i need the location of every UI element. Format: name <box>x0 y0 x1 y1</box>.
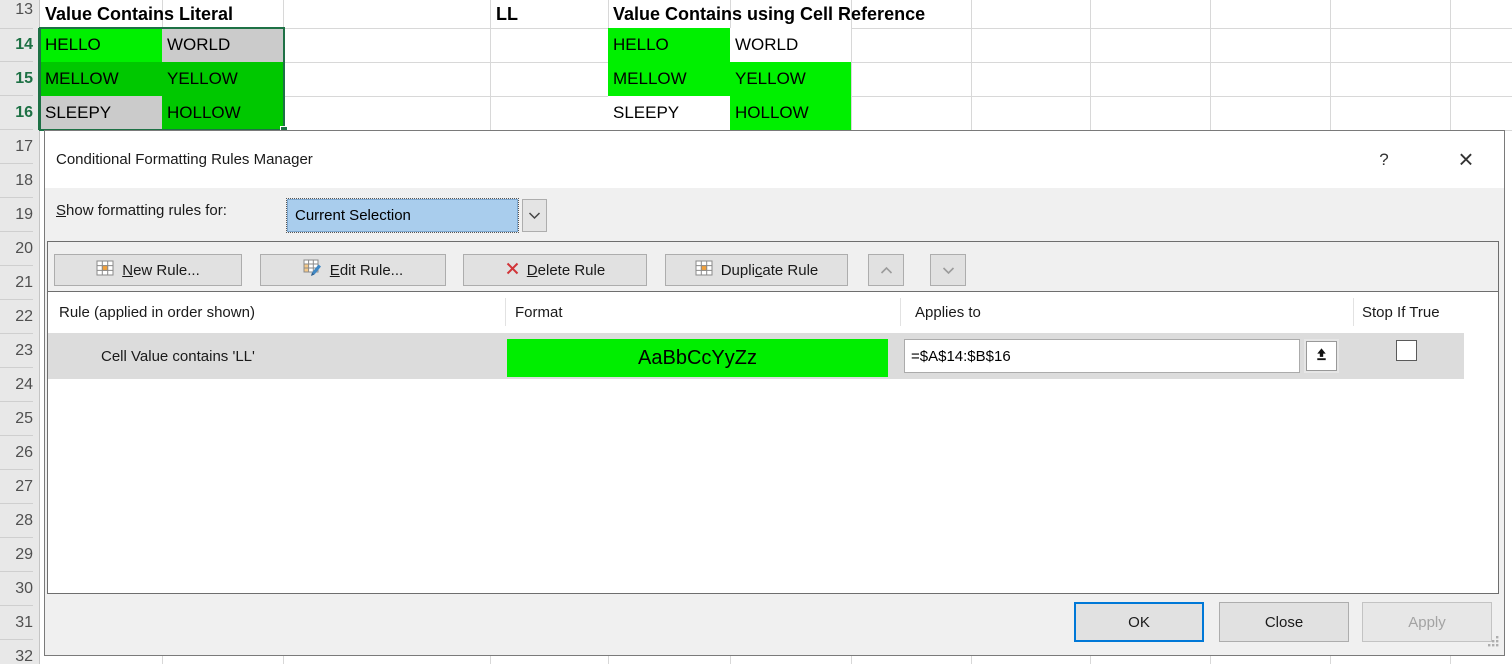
header-ll: LL <box>496 0 518 28</box>
row-header-16[interactable]: 16 <box>0 96 33 130</box>
rule-row[interactable]: Cell Value contains 'LL' AaBbCcYyZz <box>48 333 1464 379</box>
cell-f16[interactable]: HOLLOW <box>730 96 851 130</box>
edit-rule-button[interactable]: Edit Rule... <box>260 254 446 286</box>
row-header-31[interactable]: 31 <box>0 606 33 640</box>
cell-f14[interactable]: WORLD <box>730 28 851 62</box>
column-header-format: Format <box>515 292 563 332</box>
column-header-stop-if-true: Stop If True <box>1362 292 1440 332</box>
close-footer-button[interactable]: Close <box>1219 602 1349 642</box>
column-header-rule: Rule (applied in order shown) <box>59 292 255 332</box>
move-rule-down-button[interactable] <box>930 254 966 286</box>
duplicate-rule-icon <box>695 260 714 281</box>
cell-e15[interactable]: MELLOW <box>608 62 730 96</box>
close-icon: × <box>1458 144 1473 175</box>
chevron-down-icon <box>942 262 955 279</box>
edit-rule-icon <box>303 259 323 281</box>
row-header-13[interactable]: 13 <box>0 0 33 29</box>
rules-list: Rule (applied in order shown) Format App… <box>48 291 1498 593</box>
delete-x-icon <box>505 261 520 280</box>
row-header-21[interactable]: 21 <box>0 266 33 300</box>
cell-a16[interactable]: SLEEPY <box>40 96 162 130</box>
cell-a14[interactable]: HELLO <box>40 28 162 62</box>
duplicate-rule-button[interactable]: Duplicate Rule <box>665 254 848 286</box>
new-rule-icon <box>96 260 115 281</box>
column-separator <box>1353 298 1354 326</box>
row-header-23[interactable]: 23 <box>0 334 33 368</box>
ok-button[interactable]: OK <box>1074 602 1204 642</box>
cell-e16[interactable]: SLEEPY <box>608 96 730 130</box>
row-header-26[interactable]: 26 <box>0 436 33 470</box>
cell-f15[interactable]: YELLOW <box>730 62 851 96</box>
show-rules-label: Show formatting rules for: <box>56 194 227 227</box>
rule-format-preview: AaBbCcYyZz <box>507 339 888 377</box>
row-header-19[interactable]: 19 <box>0 198 33 232</box>
chevron-up-icon <box>880 262 893 279</box>
column-separator <box>900 298 901 326</box>
dialog-titlebar[interactable]: Conditional Formatting Rules Manager ? × <box>45 131 1504 188</box>
cell-e14[interactable]: HELLO <box>608 28 730 62</box>
column-separator <box>505 298 506 326</box>
resize-grip-icon[interactable] <box>1487 635 1500 652</box>
cell-b16[interactable]: HOLLOW <box>162 96 283 130</box>
cell-a15[interactable]: MELLOW <box>40 62 162 96</box>
move-rule-up-button[interactable] <box>868 254 904 286</box>
row-header-22[interactable]: 22 <box>0 300 33 334</box>
scope-dropdown-value: Current Selection <box>295 207 411 224</box>
row-header-24[interactable]: 24 <box>0 368 33 402</box>
cell-b14[interactable]: WORLD <box>162 28 283 62</box>
rule-description: Cell Value contains 'LL' <box>101 333 255 379</box>
stop-if-true-checkbox[interactable] <box>1396 340 1417 361</box>
rules-frame: New Rule... Edit Rule... Delete Rule Dup… <box>47 241 1499 594</box>
applies-to-input[interactable] <box>904 339 1300 373</box>
chevron-down-icon <box>528 207 541 224</box>
row-header-29[interactable]: 29 <box>0 538 33 572</box>
close-button[interactable]: × <box>1444 131 1488 188</box>
help-button[interactable]: ? <box>1362 131 1406 188</box>
excel-screen: 13 14 15 16 17 18 19 20 21 22 23 24 25 2… <box>0 0 1512 664</box>
column-header-applies-to: Applies to <box>915 292 981 332</box>
row-header-20[interactable]: 20 <box>0 232 33 266</box>
header-value-contains-cell-reference: Value Contains using Cell Reference <box>613 0 925 28</box>
collapse-dialog-icon <box>1314 347 1329 365</box>
cf-rules-manager-dialog: Conditional Formatting Rules Manager ? ×… <box>44 130 1505 656</box>
row-header-17[interactable]: 17 <box>0 130 33 164</box>
row-header-30[interactable]: 30 <box>0 572 33 606</box>
cell-b15[interactable]: YELLOW <box>162 62 283 96</box>
scope-dropdown[interactable]: Current Selection <box>287 199 518 232</box>
scope-dropdown-arrow-button[interactable] <box>522 199 547 232</box>
row-header-15[interactable]: 15 <box>0 62 33 96</box>
apply-button[interactable]: Apply <box>1362 602 1492 642</box>
help-icon: ? <box>1379 150 1388 170</box>
dialog-title: Conditional Formatting Rules Manager <box>56 131 313 188</box>
row-header-25[interactable]: 25 <box>0 402 33 436</box>
row-header-28[interactable]: 28 <box>0 504 33 538</box>
row-header-27[interactable]: 27 <box>0 470 33 504</box>
new-rule-button[interactable]: New Rule... <box>54 254 242 286</box>
range-picker-button[interactable] <box>1304 339 1339 373</box>
row-header-18[interactable]: 18 <box>0 164 33 198</box>
row-header-14[interactable]: 14 <box>0 28 33 62</box>
row-header-32[interactable]: 32 <box>0 640 33 664</box>
delete-rule-button[interactable]: Delete Rule <box>463 254 647 286</box>
header-value-contains-literal: Value Contains Literal <box>45 0 233 28</box>
